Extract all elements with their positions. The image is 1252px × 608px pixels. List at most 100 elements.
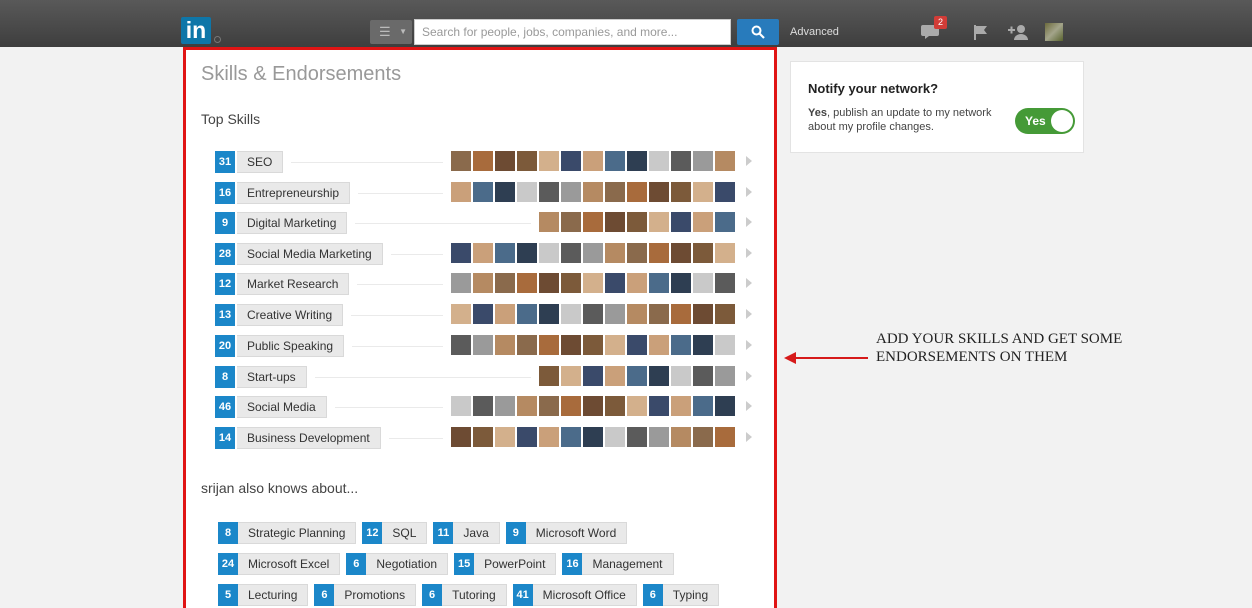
endorser-avatar[interactable] [649,335,669,355]
expand-arrow-icon[interactable] [746,248,752,258]
endorser-avatar[interactable] [495,427,515,447]
skill-name[interactable]: Market Research [237,273,350,295]
endorser-avatar[interactable] [495,273,515,293]
endorser-avatar[interactable] [671,427,691,447]
skill-name[interactable]: Social Media [237,396,327,418]
skill-tag[interactable]: 16 Management [562,553,674,575]
skill-name[interactable]: SEO [237,151,284,173]
endorser-avatar[interactable] [495,396,515,416]
endorser-avatar[interactable] [671,212,691,232]
endorser-avatar[interactable] [605,273,625,293]
skill-name[interactable]: Digital Marketing [237,212,348,234]
endorser-avatar[interactable] [495,304,515,324]
endorser-avatar[interactable] [451,396,471,416]
endorser-avatar[interactable] [583,151,603,171]
skill-tag-count[interactable]: 11 [433,522,454,544]
skill-tag[interactable]: 6 Negotiation [346,553,449,575]
endorser-avatar[interactable] [671,151,691,171]
search-input[interactable] [414,19,731,45]
endorser-avatar[interactable] [561,335,581,355]
skill-name[interactable]: Business Development [237,427,381,449]
add-connection-icon[interactable] [1008,24,1028,40]
expand-arrow-icon[interactable] [746,278,752,288]
endorser-avatar[interactable] [715,366,735,386]
endorser-avatar[interactable] [693,273,713,293]
endorser-avatar[interactable] [649,427,669,447]
endorser-avatar[interactable] [473,304,493,324]
endorser-avatar[interactable] [649,212,669,232]
linkedin-logo[interactable]: in [181,17,211,44]
skill-tag[interactable]: 6 Typing [642,584,720,606]
skill-tag-name[interactable]: Microsoft Excel [238,553,341,575]
endorser-avatar[interactable] [473,396,493,416]
endorsement-count[interactable]: 8 [215,366,235,388]
endorser-avatar[interactable] [517,427,537,447]
skill-row[interactable]: 14 Business Development [215,427,755,449]
skill-tag[interactable]: 11 Java [433,522,500,544]
skill-row[interactable]: 16 Entrepreneurship [215,182,755,204]
endorser-avatar[interactable] [539,366,559,386]
skill-tag[interactable]: 24 Microsoft Excel [218,553,341,575]
endorser-avatar[interactable] [649,243,669,263]
endorser-avatar[interactable] [539,212,559,232]
endorser-avatar[interactable] [649,304,669,324]
skill-tag-name[interactable]: Management [582,553,674,575]
endorser-avatar[interactable] [583,396,603,416]
expand-arrow-icon[interactable] [746,156,752,166]
endorser-avatar[interactable] [671,182,691,202]
skill-name[interactable]: Start-ups [237,366,307,388]
endorser-avatar[interactable] [605,243,625,263]
endorser-avatar[interactable] [451,335,471,355]
skill-name[interactable]: Public Speaking [237,335,345,357]
endorser-avatar[interactable] [605,427,625,447]
skill-tag-name[interactable]: Microsoft Word [525,522,628,544]
endorsement-count[interactable]: 12 [215,273,235,295]
endorser-avatar[interactable] [495,182,515,202]
expand-arrow-icon[interactable] [746,187,752,197]
skill-tag-name[interactable]: Typing [662,584,720,606]
endorser-avatar[interactable] [561,182,581,202]
endorser-avatar[interactable] [715,151,735,171]
endorser-avatar[interactable] [517,151,537,171]
skill-tag-name[interactable]: Java [453,522,500,544]
endorser-avatar[interactable] [561,151,581,171]
skill-tag[interactable]: 5 Lecturing [218,584,309,606]
endorser-avatar[interactable] [671,243,691,263]
advanced-search-link[interactable]: Advanced [790,26,839,38]
endorser-avatar[interactable] [451,304,471,324]
skill-row[interactable]: 13 Creative Writing [215,304,755,326]
endorser-avatar[interactable] [451,151,471,171]
endorser-avatar[interactable] [715,396,735,416]
endorser-avatar[interactable] [627,335,647,355]
endorser-avatar[interactable] [605,151,625,171]
endorser-avatar[interactable] [671,366,691,386]
skill-row[interactable]: 46 Social Media [215,396,755,418]
endorser-avatar[interactable] [627,212,647,232]
skill-name[interactable]: Creative Writing [237,304,344,326]
skill-tag[interactable]: 8 Strategic Planning [218,522,357,544]
endorser-avatar[interactable] [561,366,581,386]
skill-name[interactable]: Social Media Marketing [237,243,383,265]
endorser-avatar[interactable] [539,335,559,355]
endorser-avatar[interactable] [649,182,669,202]
endorser-avatar[interactable] [693,151,713,171]
endorser-avatar[interactable] [451,273,471,293]
endorser-avatar[interactable] [605,212,625,232]
skill-tag-name[interactable]: Lecturing [238,584,309,606]
endorsement-count[interactable]: 9 [215,212,235,234]
endorser-avatar[interactable] [583,427,603,447]
skill-tag[interactable]: 9 Microsoft Word [505,522,628,544]
endorser-avatar[interactable] [561,212,581,232]
endorser-avatar[interactable] [561,427,581,447]
endorser-avatar[interactable] [561,304,581,324]
expand-arrow-icon[interactable] [746,401,752,411]
endorser-avatar[interactable] [605,335,625,355]
endorser-avatar[interactable] [649,273,669,293]
endorser-avatar[interactable] [693,335,713,355]
endorser-avatar[interactable] [451,243,471,263]
endorser-avatar[interactable] [693,366,713,386]
endorsement-count[interactable]: 16 [215,182,235,204]
endorser-avatar[interactable] [627,427,647,447]
endorser-avatar[interactable] [561,243,581,263]
endorser-avatar[interactable] [627,396,647,416]
